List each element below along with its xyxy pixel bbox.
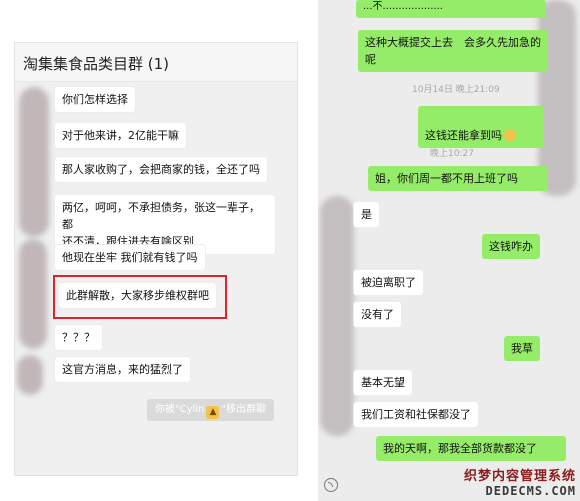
avatar-blur bbox=[17, 355, 43, 395]
sent-message[interactable]: 我的天啊，那我全部货款都没了 bbox=[376, 436, 566, 461]
received-message[interactable]: 被迫离职了 bbox=[354, 270, 423, 295]
group-message[interactable]: 那人家收购了，会把商家的钱，全还了吗 bbox=[55, 157, 267, 182]
group-message[interactable]: 这官方消息，来的猛烈了 bbox=[55, 357, 190, 382]
message-text: 这钱还能拿到吗 bbox=[425, 129, 502, 142]
received-message[interactable]: 基本无望 bbox=[354, 370, 412, 395]
site-watermark: 织梦内容管理系统 DEDECMS.COM bbox=[444, 465, 576, 499]
sent-message[interactable]: 这钱还能拿到吗 bbox=[418, 106, 544, 148]
group-message[interactable]: ？？？ bbox=[55, 325, 102, 350]
sent-message[interactable]: 姐，你们周一都不用上班了吗 bbox=[368, 166, 548, 191]
received-message[interactable]: 我们工资和社保都没了 bbox=[354, 402, 478, 427]
removed-from-group-notice: 你被"Cylin ▲ "移出群聊 bbox=[147, 399, 275, 421]
sent-message[interactable]: 这钱咋办 bbox=[482, 234, 540, 259]
notice-suffix: "移出群聊 bbox=[221, 404, 267, 415]
smile-emoji-icon bbox=[504, 129, 516, 141]
avatar-blur bbox=[19, 87, 49, 237]
received-message[interactable]: 没有了 bbox=[354, 302, 401, 327]
voice-input-icon[interactable] bbox=[324, 478, 338, 492]
group-chat-panel: 淘集集食品类目群 (1) 你们怎样选择 对于他来讲，2亿能干嘛 那人家收购了，会… bbox=[14, 42, 298, 476]
group-chat-title: 淘集集食品类目群 (1) bbox=[23, 55, 170, 73]
private-chat-panel: ...不................... 这种大概提交上去 会多久先加急的… bbox=[318, 0, 580, 501]
sent-message[interactable]: 我草 bbox=[504, 336, 540, 361]
group-message[interactable]: 对于他来讲，2亿能干嘛 bbox=[55, 123, 186, 148]
group-message[interactable]: 你们怎样选择 bbox=[55, 87, 135, 112]
tiger-emoji-icon: ▲ bbox=[206, 406, 220, 419]
received-message[interactable]: 是 bbox=[354, 202, 379, 227]
notice-prefix: 你被"Cylin bbox=[155, 404, 205, 415]
chat-header: 淘集集食品类目群 (1) bbox=[15, 43, 297, 82]
avatar-blur bbox=[320, 196, 354, 436]
avatar-blur bbox=[19, 239, 47, 349]
timestamp: 10月14日 晚上21:09 bbox=[412, 85, 500, 95]
sent-message[interactable]: 这种大概提交上去 会多久先加急的 呢 bbox=[358, 30, 548, 72]
group-message[interactable]: 他现在坐牢 我们就有钱了吗 bbox=[55, 245, 205, 270]
red-highlight-box bbox=[53, 275, 227, 319]
sent-message[interactable]: ...不................... bbox=[356, 0, 546, 18]
timestamp: 晚上10:27 bbox=[430, 149, 474, 159]
watermark-title: 织梦内容管理系统 bbox=[463, 469, 576, 484]
watermark-domain: DEDECMS.COM bbox=[485, 484, 576, 498]
